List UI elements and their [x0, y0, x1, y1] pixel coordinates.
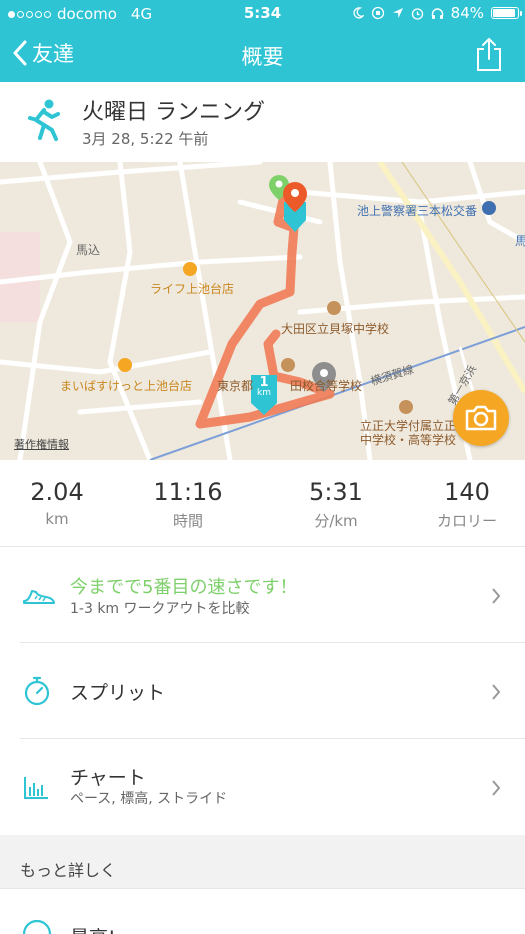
- map-label-tokyo: 東京都: [217, 379, 254, 393]
- compare-subtitle: 1-3 km ワークアウトを比較: [70, 601, 250, 617]
- share-icon: [477, 38, 501, 71]
- map-label-school2: 田校合等学校: [290, 379, 363, 393]
- stopwatch-icon: [24, 676, 50, 706]
- stat-time-value: 11:16: [153, 478, 223, 506]
- stat-calories-value: 140: [444, 478, 490, 506]
- map-copyright-link[interactable]: 著作権情報: [14, 436, 69, 452]
- status-icons: 84%: [352, 4, 522, 22]
- location-icon: [392, 8, 403, 18]
- shoe-icon: [23, 590, 55, 604]
- section-title: もっと詳しく: [20, 861, 117, 880]
- activity-header: 火曜日 ランニング 3月 28, 5:22 午前: [0, 82, 525, 162]
- camera-button[interactable]: [453, 390, 509, 446]
- activity-date: 3月 28, 5:22 午前: [82, 130, 209, 148]
- section-header: もっと詳しく: [0, 835, 525, 888]
- headphones-icon: [431, 7, 443, 19]
- stat-distance: 2.04 km: [0, 478, 117, 528]
- running-icon: [28, 99, 60, 141]
- best-title: 最高!: [70, 923, 116, 934]
- compare-row[interactable]: 今までで5番目の速さです！ 1-3 km ワークアウトを比較: [0, 547, 525, 643]
- km-marker: 1 km: [251, 376, 277, 398]
- stat-calories-unit: カロリー: [436, 512, 497, 530]
- chart-subtitle: ペース, 標高, ストライド: [70, 791, 228, 807]
- km-marker-unit: km: [257, 388, 271, 398]
- best-row[interactable]: 最高!: [0, 888, 525, 934]
- camera-icon: [465, 405, 497, 431]
- chevron-right-icon: [492, 588, 501, 604]
- moon-icon: [353, 7, 364, 19]
- splits-title: スプリット: [70, 682, 166, 704]
- stat-time: 11:16 時間: [128, 478, 248, 531]
- map-label-edge: 馬: [515, 234, 525, 248]
- map-label-maibasuke: まいばすけっと上池台店: [60, 379, 193, 393]
- route-map[interactable]: 池上警察署三本松交番 馬込 ライフ上池台店 大田区立貝塚中学校 まいばすけっと上…: [0, 162, 525, 460]
- stat-pace-unit: 分/km: [314, 512, 358, 530]
- battery-percent: 84%: [450, 4, 484, 22]
- stat-calories: 140 カロリー: [407, 478, 525, 531]
- status-bar: docomo 4G 5:34 84%: [0, 0, 525, 28]
- chevron-right-icon: [492, 780, 501, 796]
- stat-pace: 5:31 分/km: [276, 478, 396, 531]
- stat-pace-value: 5:31: [309, 478, 363, 506]
- page-title: 概要: [241, 45, 284, 69]
- map-label-rissho2: 中学校・高等学校: [360, 433, 457, 447]
- map-label-life: ライフ上池台店: [150, 282, 235, 296]
- stat-time-unit: 時間: [172, 512, 203, 530]
- chart-row[interactable]: チャート ペース, 標高, ストライド: [0, 739, 525, 835]
- splits-row[interactable]: スプリット: [0, 643, 525, 739]
- map-label-school1: 大田区立貝塚中学校: [281, 322, 390, 336]
- compare-title: 今までで5番目の速さです！: [70, 577, 298, 598]
- share-button[interactable]: [475, 36, 503, 76]
- stat-distance-value: 2.04: [30, 478, 84, 506]
- bar-chart-icon: [24, 777, 48, 799]
- chevron-right-icon: [492, 684, 501, 700]
- rotation-lock-icon: [371, 6, 384, 20]
- smile-icon: [22, 919, 52, 934]
- alarm-icon: [411, 7, 423, 20]
- stats-summary: 2.04 km 11:16 時間 5:31 分/km 140 カロリー: [0, 460, 525, 547]
- battery-icon: [491, 7, 522, 19]
- stat-distance-unit: km: [45, 510, 69, 528]
- map-label-magome: 馬込: [76, 243, 101, 257]
- chart-title: チャート: [70, 767, 146, 789]
- activity-title: 火曜日 ランニング: [82, 100, 265, 125]
- nav-bar: 友達 概要: [0, 28, 525, 82]
- map-label-police: 池上警察署三本松交番: [357, 204, 478, 218]
